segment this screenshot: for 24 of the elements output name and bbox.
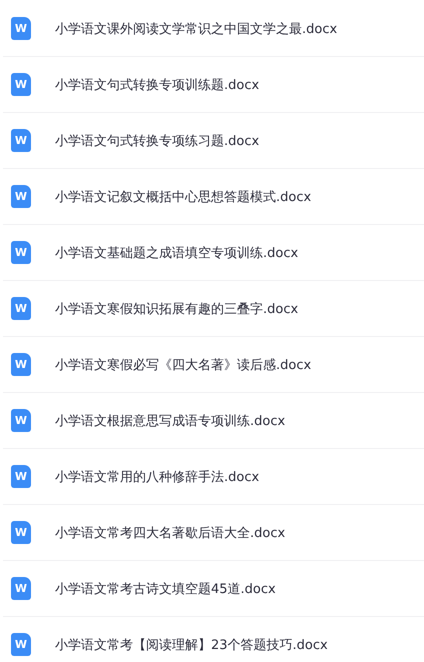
file-name[interactable]: 小学语文根据意思写成语专项训练.docx xyxy=(55,412,286,430)
word-file-icon: W xyxy=(11,185,31,208)
file-name[interactable]: 小学语文常考【阅读理解】23个答题技巧.docx xyxy=(55,636,328,654)
word-file-icon: W xyxy=(11,73,31,96)
word-file-icon: W xyxy=(11,241,31,264)
file-name[interactable]: 小学语文句式转换专项练习题.docx xyxy=(55,132,260,150)
word-file-icon: W xyxy=(11,409,31,432)
word-file-icon: W xyxy=(11,633,31,656)
word-file-icon: W xyxy=(11,297,31,320)
word-file-icon: W xyxy=(11,353,31,376)
word-file-icon: W xyxy=(11,17,31,40)
file-name[interactable]: 小学语文寒假知识拓展有趣的三叠字.docx xyxy=(55,300,298,318)
word-file-icon: W xyxy=(11,129,31,152)
word-file-icon: W xyxy=(11,521,31,544)
file-name[interactable]: 小学语文常考古诗文填空题45道.docx xyxy=(55,580,276,598)
file-name[interactable]: 小学语文课外阅读文学常识之中国文学之最.docx xyxy=(55,20,338,38)
file-name[interactable]: 小学语文寒假必写《四大名著》读后感.docx xyxy=(55,356,312,374)
file-name[interactable]: 小学语文常考四大名著歇后语大全.docx xyxy=(55,524,286,542)
file-name[interactable]: 小学语文基础题之成语填空专项训练.docx xyxy=(55,244,298,262)
word-file-icon: W xyxy=(11,577,31,600)
word-file-icon: W xyxy=(11,465,31,488)
file-name[interactable]: 小学语文记叙文概括中心思想答题模式.docx xyxy=(55,188,312,206)
file-name[interactable]: 小学语文句式转换专项训练题.docx xyxy=(55,76,260,94)
file-name[interactable]: 小学语文常用的八种修辞手法.docx xyxy=(55,468,260,486)
